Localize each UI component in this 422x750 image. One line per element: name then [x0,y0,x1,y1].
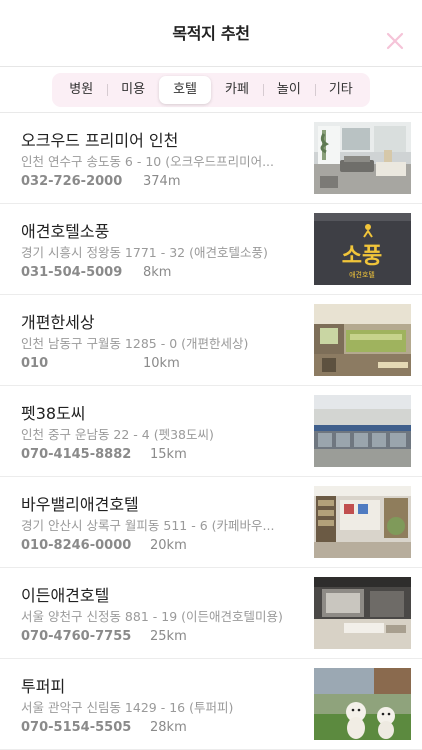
place-name: 이든애견호텔 [21,586,110,605]
sopung-logo-photo: 소풍 애견호텔 [314,213,411,285]
place-address: 인천 중구 운남동 22 - 4 (펫38도씨) [21,427,214,442]
list-item[interactable]: 투퍼피 서울 관악구 신림동 1429 - 16 (투퍼피) 070-5154-… [0,659,422,750]
list-item[interactable]: 바우밸리애견호텔 경기 안산시 상록구 월피동 511 - 6 (카페바우...… [0,477,422,568]
place-distance: 25km [150,629,187,644]
list-item[interactable]: 개편한세상 인천 남동구 구월동 1285 - 0 (개편한세상) 010 10… [0,295,422,386]
logo-subtext: 애견호텔 [349,270,375,279]
room-photo [314,577,411,649]
place-phone[interactable]: 070-4145-8882 [21,447,131,462]
storefront-photo [314,395,411,467]
list-item[interactable]: 오크우드 프리미어 인천 인천 연수구 송도동 6 - 10 (오크우드프리미어… [0,113,422,204]
place-distance: 28km [150,720,187,735]
place-distance: 8km [143,265,172,280]
dogs-photo [314,668,411,740]
place-distance: 20km [150,538,187,553]
logo-text: 소풍 [342,244,382,269]
place-phone[interactable]: 031-504-5009 [21,265,122,280]
place-distance: 374m [143,174,181,189]
place-list: 오크우드 프리미어 인천 인천 연수구 송도동 6 - 10 (오크우드프리미어… [0,113,422,750]
place-phone[interactable]: 032-726-2000 [21,174,122,189]
list-item[interactable]: 펫38도씨 인천 중구 운남동 22 - 4 (펫38도씨) 070-4145-… [0,386,422,477]
place-phone[interactable]: 070-4760-7755 [21,629,131,644]
header: 목적지 추천 [0,0,422,67]
place-address: 서울 양천구 신정동 881 - 19 (이든애견호텔미용) [21,609,283,624]
shop-interior-photo [314,486,411,558]
tab-etc[interactable]: 기타 [314,76,367,104]
place-address: 경기 시흥시 정왕동 1771 - 32 (애견호텔소풍) [21,245,268,260]
place-address: 인천 연수구 송도동 6 - 10 (오크우드프리미어... [21,154,275,169]
place-name: 바우밸리애견호텔 [21,495,139,514]
place-distance: 10km [143,356,180,371]
close-icon[interactable] [386,32,404,50]
place-distance: 15km [150,447,187,462]
interior-photo [314,304,411,376]
tab-hospital[interactable]: 병원 [55,76,107,104]
place-phone[interactable]: 010 [21,356,48,371]
place-name: 투퍼피 [21,677,66,696]
place-address: 서울 관악구 신림동 1429 - 16 (투퍼피) [21,700,234,715]
place-address: 경기 안산시 상록구 월피동 511 - 6 (카페바우... [21,518,275,533]
tab-grooming[interactable]: 미용 [107,76,159,104]
category-tabs: 병원 미용 호텔 카페 놀이 기타 [52,72,370,107]
tab-play[interactable]: 놀이 [262,76,315,104]
place-name: 애견호텔소풍 [21,222,110,241]
hotel-room-photo [314,122,411,194]
page-title: 목적지 추천 [172,24,250,43]
place-phone[interactable]: 070-5154-5505 [21,720,131,735]
place-phone[interactable]: 010-8246-0000 [21,538,131,553]
category-tabs-bar: 병원 미용 호텔 카페 놀이 기타 [0,67,422,113]
list-item[interactable]: 이든애견호텔 서울 양천구 신정동 881 - 19 (이든애견호텔미용) 07… [0,568,422,659]
tab-hotel[interactable]: 호텔 [159,75,211,104]
place-address: 인천 남동구 구월동 1285 - 0 (개편한세상) [21,336,249,351]
list-item[interactable]: 애견호텔소풍 경기 시흥시 정왕동 1771 - 32 (애견호텔소풍) 031… [0,204,422,295]
place-name: 개편한세상 [21,313,95,332]
place-name: 오크우드 프리미어 인천 [21,131,179,150]
place-name: 펫38도씨 [21,404,86,423]
tab-cafe[interactable]: 카페 [211,76,263,104]
